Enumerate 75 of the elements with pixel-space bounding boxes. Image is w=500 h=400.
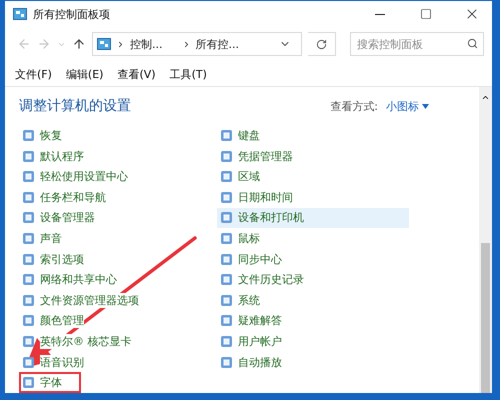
control-panel-item[interactable]: 英特尔® 核芯显卡: [19, 331, 211, 352]
control-panel-item[interactable]: 自动播放: [217, 352, 409, 372]
applet-icon: [22, 232, 35, 246]
view-mode-dropdown[interactable]: 小图标: [386, 98, 429, 114]
control-panel-item[interactable]: 文件资源管理器选项: [19, 290, 211, 311]
caret-icon: [422, 104, 429, 109]
menu-item[interactable]: 编辑(E): [66, 66, 104, 82]
applet-icon: [22, 129, 35, 142]
breadcrumb[interactable]: 所有控...: [196, 36, 239, 52]
applet-icon: [22, 376, 35, 390]
applet-icon: [22, 294, 35, 307]
control-panel-item[interactable]: 区域: [217, 166, 409, 188]
control-panel-item[interactable]: 网络和共享中心: [19, 269, 211, 290]
menu-item[interactable]: 文件(F): [15, 66, 52, 82]
refresh-button[interactable]: [308, 32, 336, 56]
applet-icon: [22, 252, 35, 266]
menu-item[interactable]: 工具(T): [170, 66, 207, 82]
search-icon: [467, 38, 478, 49]
control-panel-icon: [97, 38, 111, 50]
control-panel-item[interactable]: 键盘: [217, 125, 409, 146]
applet-icon: [220, 211, 233, 224]
control-panel-item[interactable]: 轻松使用设置中心: [19, 166, 211, 188]
control-panel-item[interactable]: 同步中心: [217, 248, 409, 270]
control-panel-item[interactable]: 设备管理器: [19, 208, 211, 228]
applet-icon: [220, 314, 233, 328]
applet-icon: [22, 211, 35, 224]
control-panel-icon: [13, 8, 27, 20]
maximize-icon: [420, 8, 432, 20]
window-title: 所有控制面板项: [33, 6, 111, 22]
control-panel-item[interactable]: 语音识别: [19, 352, 211, 372]
applet-icon: [22, 335, 35, 348]
separator-icon: [116, 40, 125, 48]
control-panel-item[interactable]: 字体: [19, 372, 81, 393]
control-panel-item[interactable]: 文件历史记录: [217, 269, 409, 290]
control-panel-item[interactable]: 索引选项: [19, 248, 211, 270]
applet-icon: [220, 129, 233, 142]
applet-icon: [22, 170, 35, 184]
control-panel-item[interactable]: 疑难解答: [217, 310, 409, 332]
menu-item[interactable]: 查看(V): [117, 66, 156, 82]
applet-icon: [22, 273, 35, 286]
applet-icon: [220, 252, 233, 266]
applet-icon: [220, 273, 233, 286]
control-panel-item[interactable]: 设备和打印机: [217, 208, 409, 228]
applet-icon: [22, 190, 35, 204]
control-panel-item[interactable]: 颜色管理: [19, 310, 211, 332]
applet-icon: [22, 314, 35, 328]
control-panel-item[interactable]: 恢复: [19, 125, 211, 146]
page-heading: 调整计算机的设置: [19, 97, 132, 116]
control-panel-item[interactable]: 默认程序: [19, 146, 211, 166]
view-label: 查看方式:: [330, 98, 378, 114]
applet-icon: [220, 150, 233, 163]
scrollbar[interactable]: [479, 87, 492, 393]
refresh-icon: [316, 38, 327, 50]
applet-icon: [220, 294, 233, 307]
applet-icon: [220, 356, 233, 369]
control-panel-item[interactable]: 凭据管理器: [217, 146, 409, 166]
up-button[interactable]: [72, 37, 86, 51]
address-field[interactable]: 控制... 所有控...: [92, 32, 302, 56]
scroll-up-icon[interactable]: [481, 93, 490, 102]
search-field[interactable]: 搜索控制面板: [350, 32, 484, 56]
forward-button[interactable]: [37, 37, 51, 51]
back-button[interactable]: [17, 37, 31, 51]
applet-icon: [220, 170, 233, 184]
control-panel-item[interactable]: 用户帐户: [217, 331, 409, 352]
applet-icon: [220, 335, 233, 348]
control-panel-item[interactable]: 任务栏和导航: [19, 187, 211, 208]
applet-icon: [220, 232, 233, 246]
control-panel-item[interactable]: 系统: [217, 290, 409, 311]
applet-icon: [220, 190, 233, 204]
control-panel-item[interactable]: 鼠标: [217, 228, 409, 249]
breadcrumb[interactable]: 控制...: [130, 36, 162, 52]
applet-icon: [22, 150, 35, 163]
control-panel-item[interactable]: 声音: [19, 228, 211, 249]
control-panel-item[interactable]: 日期和时间: [217, 187, 409, 208]
applet-icon: [22, 356, 35, 369]
